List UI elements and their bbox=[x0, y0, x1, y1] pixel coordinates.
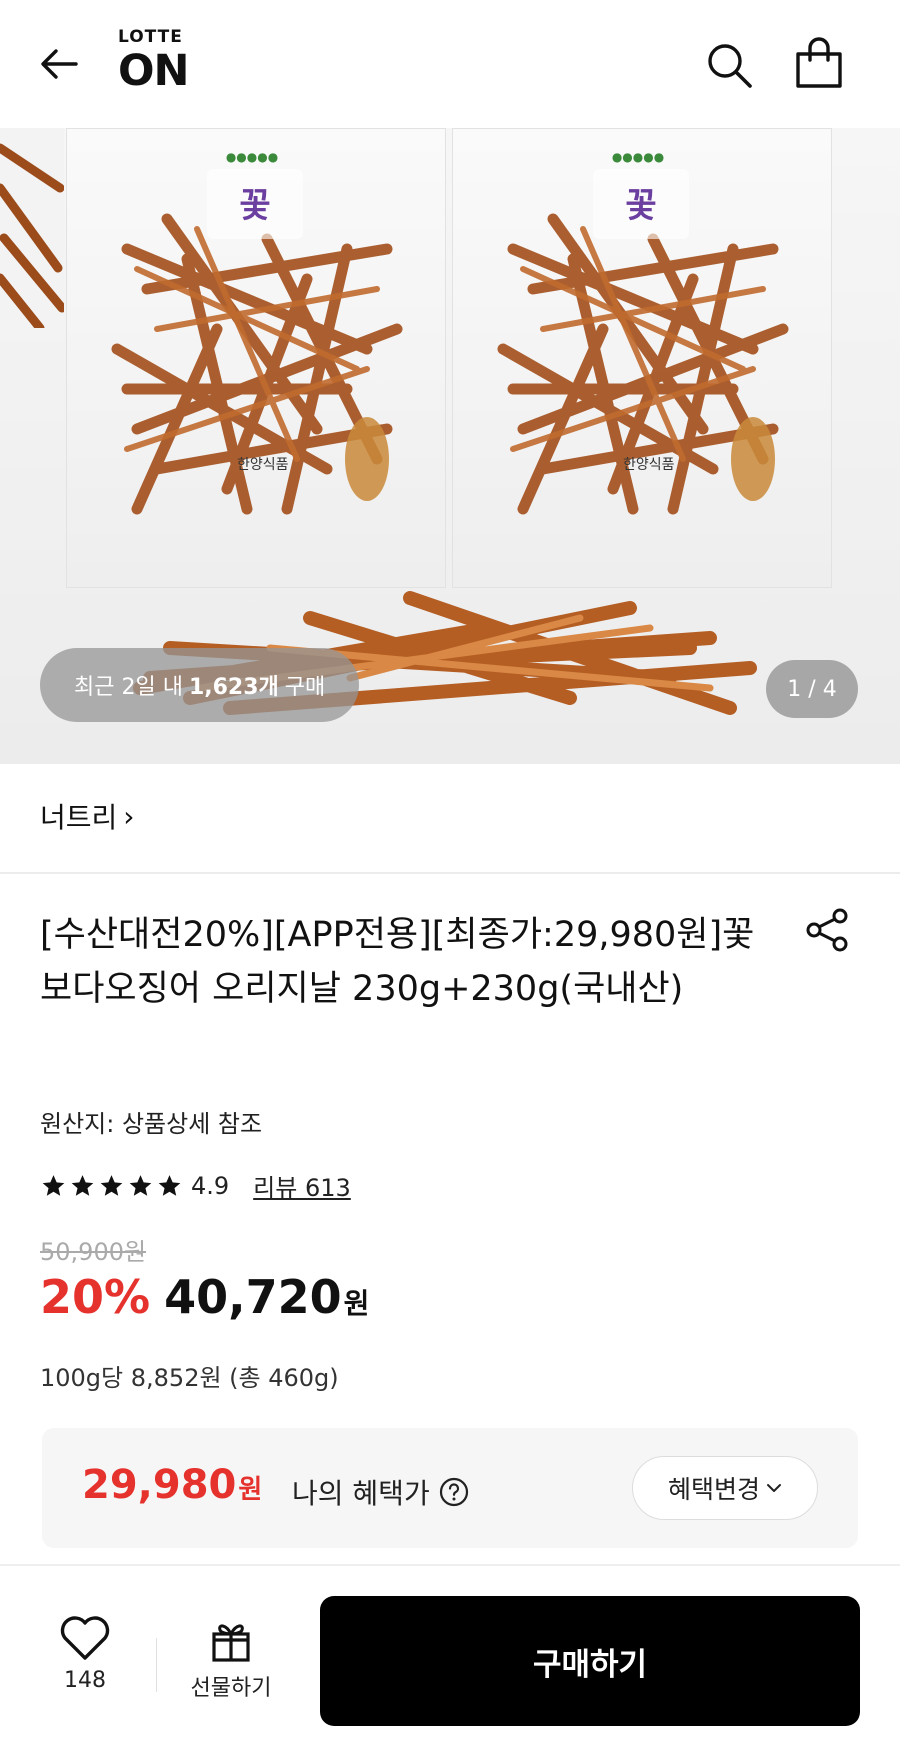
origin-info: 원산지: 상품상세 참조 bbox=[40, 1110, 263, 1138]
price-row: 20% 40,720 원 bbox=[40, 1270, 369, 1324]
change-benefit-button[interactable]: 혜택변경 bbox=[632, 1456, 818, 1520]
review-link[interactable]: 리뷰 613 bbox=[253, 1168, 351, 1203]
logo-top-text: LOTTE bbox=[118, 27, 183, 47]
product-package-image: ●●●●● 꽃 한양식품 bbox=[66, 128, 446, 588]
svg-text:한양식품: 한양식품 bbox=[237, 457, 289, 473]
rating-value: 4.9 bbox=[191, 1171, 230, 1200]
previous-image-edge bbox=[0, 128, 67, 333]
sale-price-unit: 원 bbox=[343, 1287, 370, 1320]
logo-main-text: ON bbox=[118, 46, 190, 96]
heart-icon bbox=[60, 1616, 110, 1660]
recent-purchase-badge: 최근 2일 내 1,623개 구매 bbox=[40, 648, 360, 722]
purchase-count: 1,623개 bbox=[188, 675, 279, 700]
like-button[interactable]: 148 bbox=[40, 1614, 130, 1724]
sale-price: 40,720 bbox=[164, 1270, 342, 1324]
question-circle-icon[interactable] bbox=[438, 1476, 470, 1508]
purchase-prefix: 최근 2일 내 bbox=[74, 675, 183, 700]
svg-text:●●●●●: ●●●●● bbox=[226, 150, 278, 164]
app-header: LOTTE ON bbox=[0, 0, 900, 128]
cart-button[interactable] bbox=[792, 36, 846, 92]
chevron-right-icon: › bbox=[123, 799, 135, 833]
product-package-image: ●●●●● 꽃 한양식품 bbox=[452, 128, 832, 588]
original-price: 50,900원 bbox=[40, 1238, 147, 1266]
product-image-carousel[interactable]: ●●●●● 꽃 한양식품 ●●●●● 꽃 한양식품 최근 2일 내 1,623개… bbox=[0, 128, 900, 764]
back-button[interactable] bbox=[36, 40, 84, 88]
benefit-price-value: 29,980 bbox=[82, 1462, 237, 1508]
bottom-action-bar: 148 선물하기 구매하기 bbox=[0, 1564, 900, 1756]
star-icon bbox=[71, 1174, 94, 1196]
change-benefit-label: 혜택변경 bbox=[667, 1475, 760, 1504]
seller-name: 너트리 bbox=[40, 801, 118, 834]
benefit-label-text: 나의 혜택가 bbox=[292, 1477, 430, 1510]
share-button[interactable] bbox=[804, 906, 852, 954]
unit-price: 100g당 8,852원 (총 460g) bbox=[40, 1364, 339, 1392]
search-button[interactable] bbox=[702, 38, 756, 92]
svg-text:꽃: 꽃 bbox=[239, 186, 270, 226]
purchase-suffix: 구매 bbox=[284, 675, 326, 700]
seller-link[interactable]: 너트리 › bbox=[40, 796, 134, 836]
gift-label: 선물하기 bbox=[190, 1676, 272, 1701]
benefit-price: 29,980 원 bbox=[82, 1462, 262, 1508]
share-icon bbox=[806, 908, 848, 952]
discount-rate: 20% bbox=[40, 1270, 151, 1324]
svg-text:한양식품: 한양식품 bbox=[623, 457, 675, 473]
benefit-price-unit: 원 bbox=[238, 1475, 263, 1505]
lotte-on-logo[interactable]: LOTTE ON bbox=[118, 28, 208, 98]
search-icon bbox=[708, 44, 752, 88]
benefit-label: 나의 혜택가 bbox=[292, 1472, 470, 1512]
product-title: [수산대전20%][APP전용][최종가:29,980원]꽃보다오징어 오리지날… bbox=[40, 915, 755, 1009]
svg-text:●●●●●: ●●●●● bbox=[612, 150, 664, 164]
rating-row: 4.9 리뷰 613 bbox=[40, 1168, 351, 1203]
vertical-separator bbox=[156, 1638, 157, 1692]
section-divider bbox=[0, 872, 900, 874]
gift-button[interactable]: 선물하기 bbox=[176, 1618, 286, 1728]
benefit-price-box: 29,980 원 나의 혜택가 혜택변경 bbox=[42, 1428, 858, 1548]
star-icon bbox=[100, 1174, 123, 1196]
gift-icon bbox=[212, 1624, 250, 1662]
star-icon bbox=[42, 1174, 65, 1196]
shopping-bag-icon bbox=[796, 37, 842, 88]
star-icon bbox=[129, 1174, 152, 1196]
like-count: 148 bbox=[64, 1668, 106, 1693]
chevron-down-icon bbox=[767, 1484, 781, 1492]
buy-button[interactable]: 구매하기 bbox=[320, 1596, 860, 1726]
star-icon bbox=[158, 1174, 181, 1196]
svg-text:꽃: 꽃 bbox=[625, 186, 656, 226]
image-page-indicator: 1 / 4 bbox=[766, 660, 858, 718]
arrow-left-icon bbox=[41, 49, 78, 79]
